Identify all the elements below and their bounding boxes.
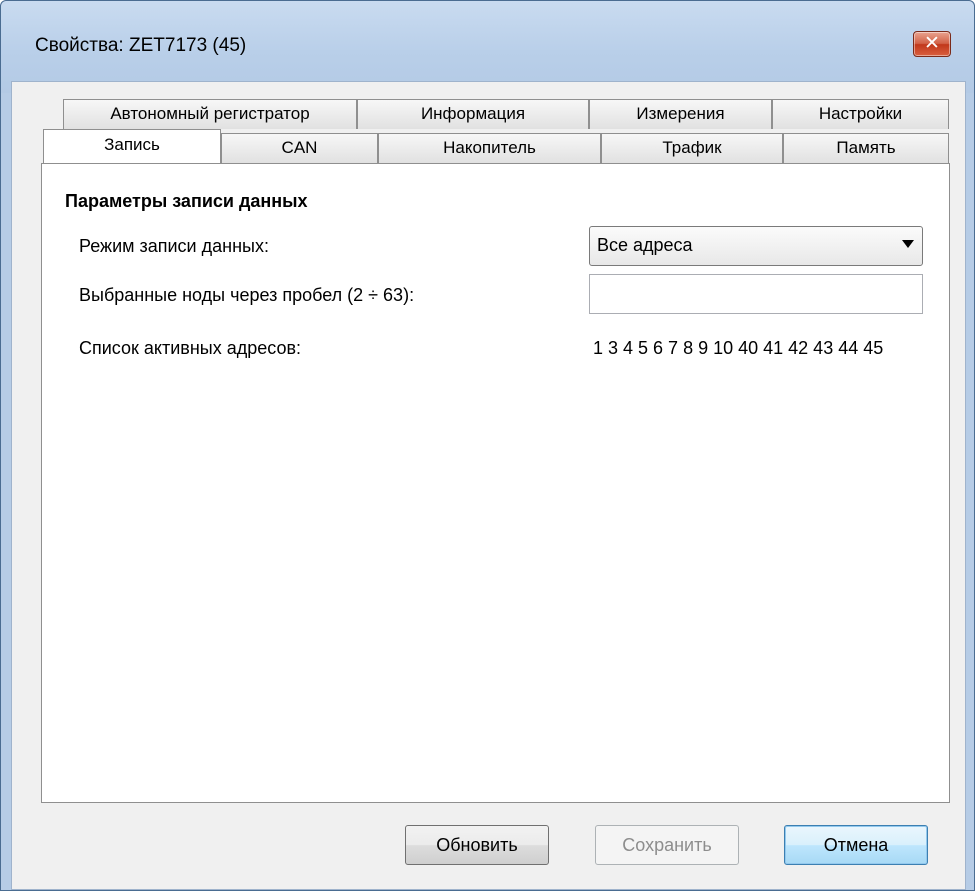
save-button-label: Сохранить <box>622 835 712 855</box>
tab-label: CAN <box>281 138 318 157</box>
nodes-input[interactable] <box>589 274 923 314</box>
tab-label: Трафик <box>662 138 722 157</box>
tab-label: Автономный регистратор <box>110 104 310 123</box>
cancel-button[interactable]: Отмена <box>784 825 928 865</box>
mode-dropdown[interactable]: Все адреса <box>589 226 923 266</box>
refresh-button-label: Обновить <box>436 835 518 855</box>
refresh-button[interactable]: Обновить <box>405 825 549 865</box>
tab-can[interactable]: CAN <box>221 133 378 163</box>
tab-recording[interactable]: Запись <box>43 129 221 163</box>
active-addresses-value: 1 3 4 5 6 7 8 9 10 40 41 42 43 44 45 <box>593 338 884 358</box>
tab-label: Память <box>836 138 896 157</box>
mode-label: Режим записи данных: <box>79 236 269 256</box>
nodes-label: Выбранные ноды через пробел (2 ÷ 63): <box>79 285 415 305</box>
tab-information[interactable]: Информация <box>357 99 589 129</box>
chevron-down-icon <box>902 240 914 248</box>
tab-label: Запись <box>104 135 160 154</box>
cancel-button-label: Отмена <box>823 835 889 855</box>
dialog-window: Свойства: ZET7173 (45) ✕ Автономный реги… <box>0 0 975 891</box>
tab-label: Информация <box>420 104 526 123</box>
tab-traffic[interactable]: Трафик <box>601 133 783 163</box>
title-bar[interactable]: Свойства: ZET7173 (45) ✕ <box>1 1 974 93</box>
tab-memory[interactable]: Память <box>783 133 949 163</box>
tab-storage[interactable]: Накопитель <box>378 133 601 163</box>
section-title: Параметры записи данных <box>65 191 308 211</box>
save-button[interactable]: Сохранить <box>595 825 739 865</box>
active-addresses-label: Список активных адресов: <box>79 338 302 358</box>
tab-autonomous-recorder[interactable]: Автономный регистратор <box>63 99 357 129</box>
tab-label: Накопитель <box>443 138 536 157</box>
close-icon: ✕ <box>924 32 940 54</box>
window-title: Свойства: ZET7173 (45) <box>35 35 247 56</box>
tab-settings[interactable]: Настройки <box>772 99 949 129</box>
tab-measurements[interactable]: Измерения <box>589 99 772 129</box>
tab-label: Измерения <box>636 104 725 123</box>
close-button[interactable]: ✕ <box>913 31 951 57</box>
tab-label: Настройки <box>818 104 903 123</box>
mode-dropdown-value: Все адреса <box>597 235 693 255</box>
